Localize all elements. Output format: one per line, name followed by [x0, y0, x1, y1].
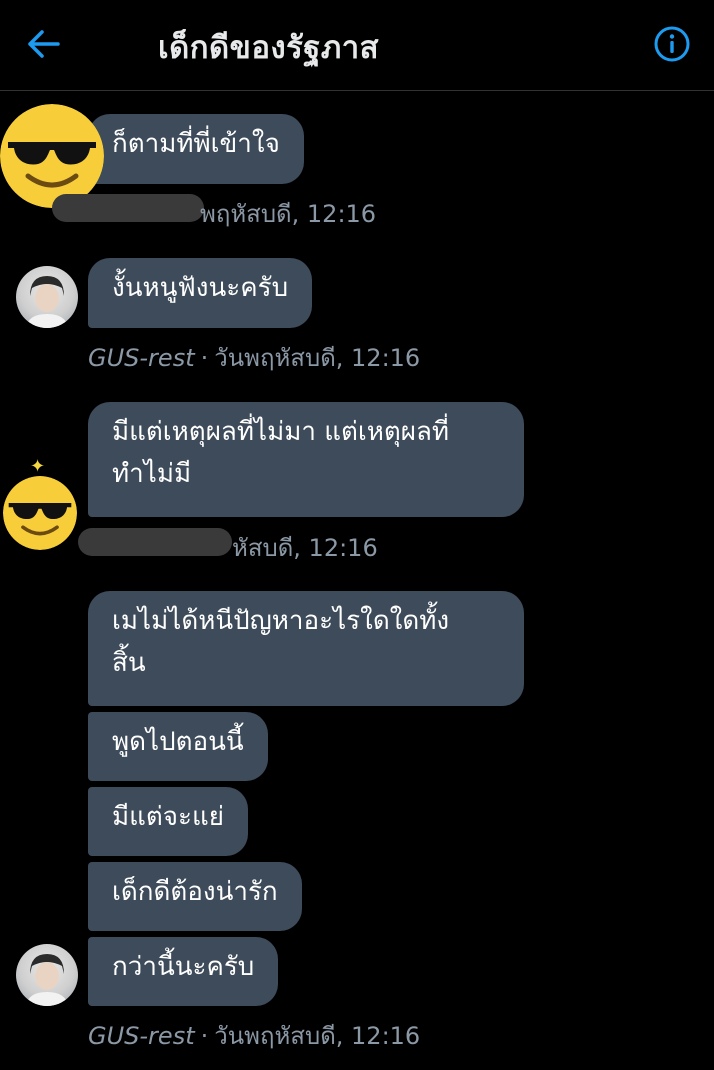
- message-bubble[interactable]: ก็ตามที่พี่เข้าใจ: [88, 114, 304, 184]
- message-bubble[interactable]: มีแต่เหตุผลที่ไม่มา แต่เหตุผลที่ ทำไม่มี: [88, 402, 524, 517]
- message-text: พูดไปตอนนี้: [112, 727, 244, 757]
- message-text: กว่านี้นะครับ: [112, 952, 255, 982]
- sparkle-icon: ✦: [30, 456, 46, 477]
- info-icon: [654, 26, 690, 62]
- profile-photo-icon: [26, 954, 68, 1006]
- sunglasses-emoji-icon: [3, 476, 77, 550]
- message-bubble[interactable]: พูดไปตอนนี้: [88, 712, 268, 781]
- back-button[interactable]: [22, 24, 66, 64]
- message-bubble[interactable]: เด็กดีต้องน่ารัก: [88, 862, 302, 931]
- message-bubble[interactable]: กว่านี้นะครับ: [88, 937, 279, 1006]
- message-text-line: สิ้น: [112, 648, 146, 678]
- message-text: งั้นหนูฟังนะครับ: [112, 273, 289, 303]
- info-button[interactable]: [652, 24, 692, 64]
- message-timestamp: หัสบดี, 12:16: [232, 534, 378, 562]
- message-timestamp: พฤหัสบดี, 12:16: [200, 200, 377, 228]
- sender-name: GUS-rest: [88, 344, 195, 372]
- sunglasses-emoji-icon: [0, 104, 104, 208]
- message-bubble[interactable]: เมไม่ได้หนีปัญหาอะไรใดใดทั้ง สิ้น: [88, 591, 524, 706]
- message-text: มีแต่จะแย่: [112, 802, 224, 832]
- message-text: ก็ตามที่พี่เข้าใจ: [112, 129, 280, 159]
- message-meta: GUS-rest · วันพฤหัสบดี, 12:16: [88, 1022, 421, 1050]
- sunglasses-emoji-avatar[interactable]: [3, 476, 77, 550]
- profile-photo-avatar[interactable]: [16, 944, 78, 1006]
- message-text-line: เมไม่ได้หนีปัญหาอะไรใดใดทั้ง: [112, 606, 450, 636]
- message-text-line: มีแต่เหตุผลที่ไม่มา แต่เหตุผลที่: [112, 417, 450, 447]
- redacted-name: [52, 194, 204, 222]
- message-timestamp: วันพฤหัสบดี, 12:16: [214, 344, 421, 372]
- redacted-name: [78, 528, 232, 556]
- message-text-line: ทำไม่มี: [112, 459, 192, 489]
- message-bubble[interactable]: งั้นหนูฟังนะครับ: [88, 258, 313, 328]
- message-timestamp: วันพฤหัสบดี, 12:16: [214, 1022, 421, 1050]
- sender-name: GUS-rest: [88, 1022, 195, 1050]
- message-text: เด็กดีต้องน่ารัก: [112, 877, 278, 907]
- message-meta: GUS-rest · วันพฤหัสบดี, 12:16: [88, 344, 421, 372]
- message-bubble[interactable]: มีแต่จะแย่: [88, 787, 248, 856]
- profile-photo-icon: [26, 276, 68, 328]
- profile-photo-avatar[interactable]: [16, 266, 78, 328]
- sunglasses-emoji-avatar[interactable]: [0, 104, 104, 208]
- conversation-header: เด็กดีของรัฐภาส: [0, 0, 714, 91]
- arrow-left-icon: [28, 30, 60, 58]
- conversation-title: เด็กดีของรัฐภาส: [158, 30, 380, 66]
